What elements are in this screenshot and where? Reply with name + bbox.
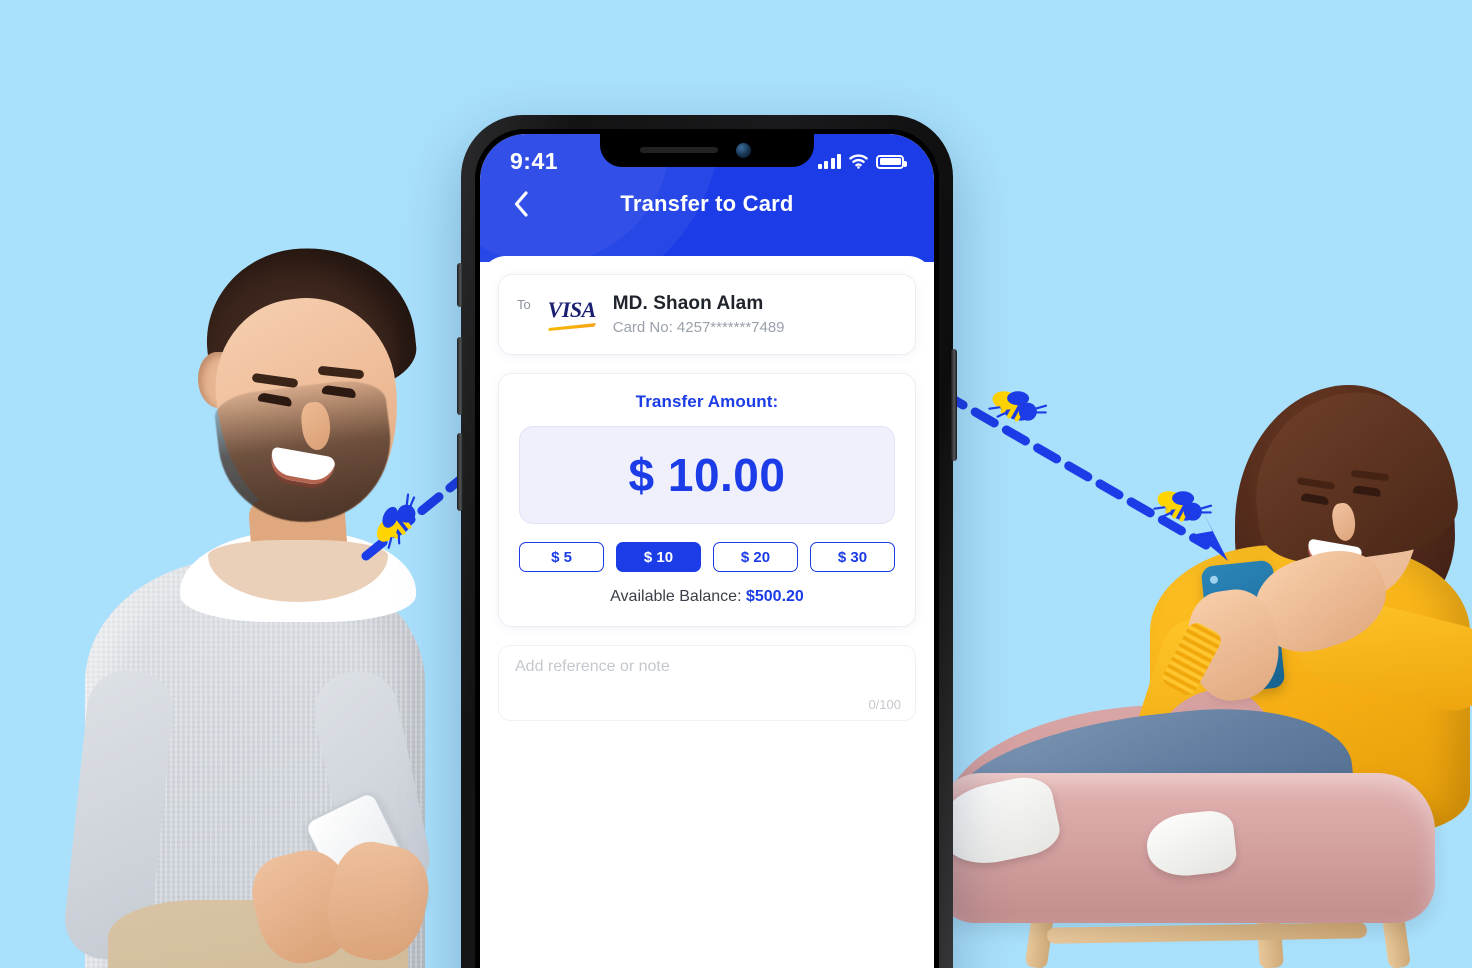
character-counter: 0/100 <box>868 697 901 712</box>
quick-amount-chip-5[interactable]: $ 5 <box>519 542 604 572</box>
to-label: To <box>517 297 531 312</box>
status-bar: 9:41 <box>480 134 934 175</box>
phone-bezel: 9:41 Transfer to Card To VISA MD. Shaon … <box>475 129 939 968</box>
available-balance-value: $500.20 <box>745 588 804 605</box>
wifi-icon <box>849 154 868 169</box>
available-balance: Available Balance: $500.20 <box>519 588 895 606</box>
visa-swoosh-icon <box>548 323 596 331</box>
quick-amount-chip-10[interactable]: $ 10 <box>616 542 701 572</box>
transfer-amount-label: Transfer Amount: <box>635 392 779 411</box>
visa-logo-icon: VISA <box>543 296 601 331</box>
reference-note-field[interactable]: Add reference or note 0/100 <box>498 645 916 721</box>
available-balance-label: Available Balance: <box>610 588 742 605</box>
cellular-signal-icon <box>817 154 841 169</box>
phone-screen: 9:41 Transfer to Card To VISA MD. Shaon … <box>480 134 934 968</box>
battery-full-icon <box>876 154 907 169</box>
quick-amount-chip-30[interactable]: $ 30 <box>810 542 895 572</box>
page-title: Transfer to Card <box>620 191 794 216</box>
illustration-stage: 9:41 Transfer to Card To VISA MD. Shaon … <box>0 0 1472 968</box>
visa-wordmark: VISA <box>547 296 597 322</box>
phone-power-button[interactable] <box>951 349 957 461</box>
content-sheet: To VISA MD. Shaon Alam Card No: 4257****… <box>480 256 934 968</box>
phone-mockup: 9:41 Transfer to Card To VISA MD. Shaon … <box>457 115 957 968</box>
transfer-amount-card: Transfer Amount: $ 10.00 $ 5 $ 10 $ 20 $… <box>498 373 916 627</box>
phone-mute-switch[interactable] <box>457 263 463 307</box>
phone-volume-down-button[interactable] <box>457 433 463 511</box>
quick-amount-group: $ 5 $ 10 $ 20 $ 30 <box>519 542 895 572</box>
recipient-card[interactable]: To VISA MD. Shaon Alam Card No: 4257****… <box>498 274 916 355</box>
quick-amount-chip-20[interactable]: $ 20 <box>713 542 798 572</box>
amount-input[interactable]: $ 10.00 <box>519 426 895 524</box>
recipient-name: MD. Shaon Alam <box>612 293 764 314</box>
phone-volume-up-button[interactable] <box>457 337 463 415</box>
recipient-card-number: Card No: 4257*******7489 <box>612 319 785 336</box>
app-header: 9:41 Transfer to Card <box>480 134 934 262</box>
woman-in-armchair-illustration <box>932 379 1472 968</box>
reference-note-placeholder: Add reference or note <box>515 658 670 675</box>
status-icon-group <box>817 154 907 169</box>
chair-rail <box>1046 922 1368 944</box>
recipient-info: MD. Shaon Alam Card No: 4257*******7489 <box>613 293 785 336</box>
app-navbar: Transfer to Card <box>480 175 934 219</box>
man-using-phone-illustration <box>30 237 438 968</box>
status-time: 9:41 <box>510 148 559 174</box>
